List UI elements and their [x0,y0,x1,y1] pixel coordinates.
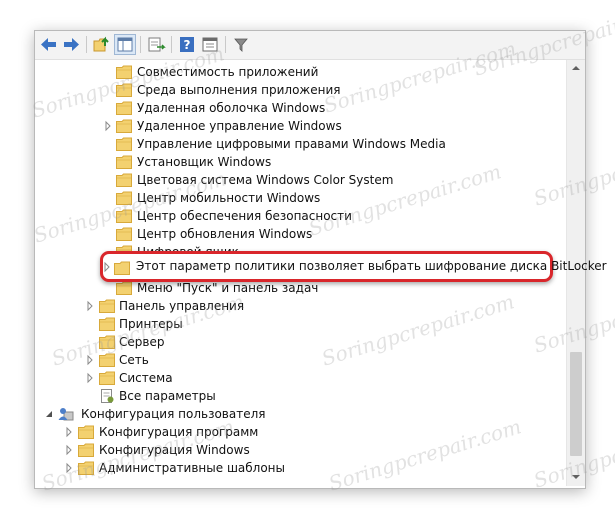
folder-icon [116,137,132,151]
tree-item[interactable]: Удаленное управление Windows [35,117,565,135]
tree-item-label: Совместимость приложений [137,65,319,79]
folder-icon [116,227,132,241]
folder-icon [116,209,132,223]
filter-icon[interactable] [230,34,252,55]
tree-item-label: Административные шаблоны [99,461,286,475]
tree-item-label: Конфигурация программ [99,425,259,439]
expand-arrow-icon[interactable] [64,423,74,441]
tree-item[interactable]: Среда выполнения приложения [35,81,565,99]
scroll-up-icon[interactable] [567,60,585,77]
tree-item[interactable]: Сервер [35,333,565,351]
tree-item[interactable]: Центр обновления Windows [35,225,565,243]
toolbar-separator [171,36,172,53]
tree-item-label: Центр обновления Windows [137,227,313,241]
tree-item[interactable]: Центр мобильности Windows [35,189,565,207]
export-list-icon[interactable] [145,34,167,55]
expand-arrow-icon[interactable] [85,369,95,387]
tree-item[interactable]: Принтеры [35,315,565,333]
tree-item[interactable]: Панель управления [35,297,565,315]
tree-item[interactable]: Конфигурация пользователя [35,405,565,423]
tree-item[interactable]: Цветовая система Windows Color System [35,171,565,189]
folder-icon [116,155,132,169]
folder-icon [99,353,115,367]
folder-icon [114,260,130,275]
scrollbar-thumb[interactable] [570,352,582,456]
tree-item[interactable]: Управление цифровыми правами Windows Med… [35,135,565,153]
tree-item[interactable]: Сеть [35,351,565,369]
folder-icon [116,173,132,187]
back-icon[interactable] [38,34,60,55]
tree-item-label: Цветовая система Windows Color System [137,173,394,187]
folder-icon [116,83,132,97]
help-icon[interactable]: ? [176,34,198,55]
tree-item-label: Сеть [119,353,149,367]
expand-arrow-icon[interactable] [102,258,112,276]
toolbar-separator [225,36,226,53]
tree-item-label: Центр обеспечения безопасности [137,209,352,223]
folder-icon [116,101,132,115]
tree-item[interactable]: Все параметры [35,387,565,405]
folder-icon [116,281,132,295]
expand-arrow-icon[interactable] [85,351,95,369]
toolbar-separator [86,36,87,53]
tree-item-label: Среда выполнения приложения [137,83,341,97]
folder-icon [116,119,132,133]
folder-icon [99,335,115,349]
folder-icon [116,65,132,79]
policy-tooltip-callout: Этот параметр политики позволяет выбрать… [100,251,607,282]
tree-item-label: Управление цифровыми правами Windows Med… [137,137,446,151]
folder-icon [99,317,115,331]
tree-item-label: Установщик Windows [137,155,272,169]
settings-page-icon [99,389,115,403]
toolbar-separator [140,36,141,53]
expand-arrow-icon[interactable] [103,117,113,135]
tree-item-label: Принтеры [119,317,183,331]
svg-text:?: ? [184,38,191,52]
show-tree-icon[interactable] [114,34,136,55]
tree-item[interactable]: Центр обеспечения безопасности [35,207,565,225]
tree-item[interactable]: Совместимость приложений [35,63,565,81]
collapse-arrow-icon[interactable] [44,405,54,423]
tree-item[interactable]: Конфигурация Windows [35,441,565,459]
expand-arrow-icon[interactable] [64,441,74,459]
folder-icon [78,443,94,457]
properties-icon[interactable] [199,34,221,55]
tree-item[interactable]: Система [35,369,565,387]
tree-item[interactable]: Административные шаблоны [35,459,565,477]
tree-item-label: Сервер [119,335,165,349]
tree-item-label: Система [119,371,173,385]
up-folder-icon[interactable] [91,34,113,55]
tree-item[interactable]: Удаленная оболочка Windows [35,99,565,117]
tree-item-label: Конфигурация пользователя [81,407,266,421]
folder-icon [99,299,115,313]
expand-arrow-icon[interactable] [64,459,74,477]
user-config-icon [58,407,74,421]
tree-item-label: Удаленное управление Windows [137,119,342,133]
scroll-down-icon[interactable] [567,468,585,485]
folder-icon [78,461,94,475]
tree-item-label: Удаленная оболочка Windows [137,101,326,115]
tree-item-label: Панель управления [119,299,245,313]
tree-item-label: Все параметры [119,389,216,403]
folder-icon [116,191,132,205]
tree-item[interactable]: Установщик Windows [35,153,565,171]
tree-item[interactable]: Конфигурация программ [35,423,565,441]
tree-item-label: Центр мобильности Windows [137,191,321,205]
expand-arrow-icon[interactable] [85,297,95,315]
toolbar: ? [35,31,585,60]
folder-icon [99,371,115,385]
callout-text: Этот параметр политики позволяет выбрать… [136,259,607,273]
forward-icon[interactable] [60,34,82,55]
tree-item-label: Конфигурация Windows [99,443,250,457]
folder-icon [78,425,94,439]
